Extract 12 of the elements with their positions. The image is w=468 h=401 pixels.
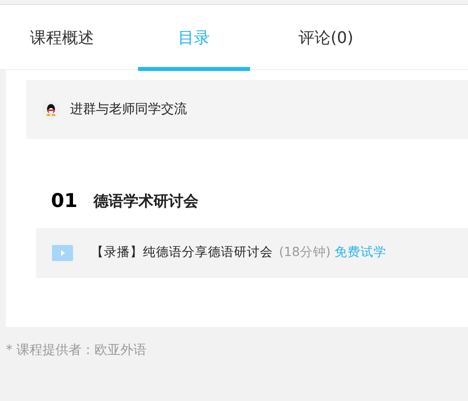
play-icon bbox=[52, 244, 73, 260]
penguin-icon bbox=[42, 100, 60, 118]
lesson-title: 【录播】纯德语分享德语研讨会 bbox=[91, 243, 273, 262]
tab[interactable]: 课程概述 bbox=[6, 5, 118, 70]
group-link-text: 进群与老师同学交流 bbox=[70, 100, 187, 119]
lesson-row[interactable]: 【录播】纯德语分享德语研讨会 (18分钟) 免费试学 bbox=[36, 228, 468, 278]
lesson-duration: (18分钟) bbox=[279, 243, 331, 262]
tab[interactable]: 评论(0) bbox=[270, 5, 382, 70]
chapter-title: 德语学术研讨会 bbox=[93, 191, 198, 212]
chapter-number: 01 bbox=[51, 189, 78, 214]
group-banner[interactable]: 进群与老师同学交流 bbox=[26, 80, 468, 139]
provider-note: * 课程提供者：欧亚外语 bbox=[6, 342, 148, 360]
